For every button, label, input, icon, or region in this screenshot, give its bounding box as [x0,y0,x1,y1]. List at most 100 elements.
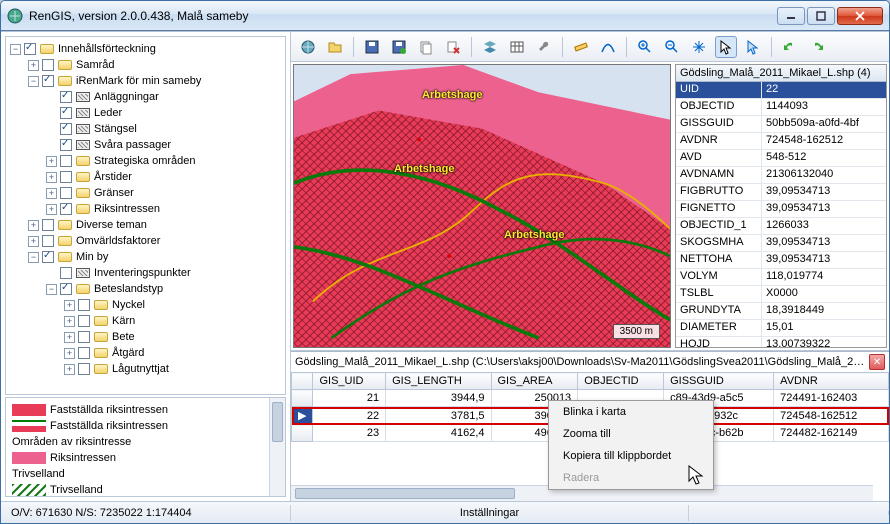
checkbox[interactable] [78,315,90,327]
zoom-out-button[interactable] [661,36,683,58]
tree-item[interactable]: +Bete [8,329,283,345]
checkbox[interactable] [60,203,72,215]
attr-row[interactable]: GISSGUID50bb509a-a0fd-4bf [676,116,886,133]
curve-button[interactable] [597,36,619,58]
column-header[interactable]: GIS_UID [313,373,386,390]
checkbox[interactable] [42,59,54,71]
checkbox[interactable] [42,235,54,247]
expander-icon[interactable]: − [28,76,39,87]
tree-item[interactable]: +Gränser [8,185,283,201]
attr-row[interactable]: FIGBRUTTO39,09534713 [676,184,886,201]
tree-item[interactable]: +Kärn [8,313,283,329]
column-header[interactable]: GIS_AREA [491,373,578,390]
attr-row[interactable]: NETTOHA39,09534713 [676,252,886,269]
attr-row[interactable]: AVDNR724548-162512 [676,133,886,150]
attr-row[interactable]: AVD548-512 [676,150,886,167]
attr-row[interactable]: GRUNDYTA18,3918449 [676,303,886,320]
identify-button[interactable] [715,36,737,58]
minimize-button[interactable] [777,7,805,25]
checkbox[interactable] [60,139,72,151]
checkbox[interactable] [42,251,54,263]
checkbox[interactable] [60,171,72,183]
checkbox[interactable] [60,91,72,103]
tree-item[interactable]: Stängsel [8,121,283,137]
ruler-button[interactable] [570,36,592,58]
checkbox[interactable] [60,283,72,295]
attr-row[interactable]: UID22 [676,82,886,99]
table-close-button[interactable]: ✕ [869,354,885,370]
menu-item[interactable]: Kopiera till klippbordet [549,445,713,467]
table-button[interactable] [506,36,528,58]
tree-item[interactable]: +Nyckel [8,297,283,313]
menu-item[interactable]: Blinka i karta [549,401,713,423]
checkbox[interactable] [78,347,90,359]
expander-icon[interactable]: + [64,300,75,311]
close-button[interactable] [837,7,883,25]
expander-icon[interactable]: − [10,44,21,55]
tree-item[interactable]: Leder [8,105,283,121]
tree-item[interactable]: +Riksintressen [8,201,283,217]
save-button[interactable] [361,36,383,58]
checkbox[interactable] [78,299,90,311]
expander-icon[interactable]: + [64,332,75,343]
copy-button[interactable] [415,36,437,58]
checkbox[interactable] [78,331,90,343]
save-as-button[interactable] [388,36,410,58]
pan-button[interactable] [688,36,710,58]
column-header[interactable]: GIS_LENGTH [386,373,491,390]
expander-icon[interactable]: + [64,316,75,327]
expander-icon[interactable]: − [28,252,39,263]
map-view[interactable]: Arbetshage Arbetshage Arbetshage 3500 m [293,64,671,348]
expander-icon[interactable]: + [28,220,39,231]
tree-item[interactable]: +Diverse teman [8,217,283,233]
tree-item[interactable]: −Min by [8,249,283,265]
attr-row[interactable]: TSLBLX0000 [676,286,886,303]
expander-icon[interactable]: + [46,204,57,215]
globe-button[interactable] [297,36,319,58]
checkbox[interactable] [60,187,72,199]
tree-item[interactable]: +Omvärldsfaktorer [8,233,283,249]
open-button[interactable] [324,36,346,58]
attr-row[interactable]: HOJD13,00739322 [676,337,886,348]
wrench-button[interactable] [533,36,555,58]
tree-item[interactable]: +Årstider [8,169,283,185]
tree-item[interactable]: +Lågutnyttjat [8,361,283,377]
expander-icon[interactable]: + [46,156,57,167]
checkbox[interactable] [42,75,54,87]
tree-item[interactable]: +Åtgärd [8,345,283,361]
expander-icon[interactable]: + [28,60,39,71]
checkbox[interactable] [60,155,72,167]
checkbox[interactable] [24,43,36,55]
undo-button[interactable] [779,36,801,58]
tree-item[interactable]: Anläggningar [8,89,283,105]
expander-icon[interactable]: + [64,364,75,375]
expander-icon[interactable]: − [46,284,57,295]
checkbox[interactable] [60,123,72,135]
layers-button[interactable] [479,36,501,58]
scrollbar-vertical[interactable] [269,398,285,496]
checkbox[interactable] [60,107,72,119]
maximize-button[interactable] [807,7,835,25]
toc-tree[interactable]: − Innehållsförteckning +Samråd−iRenMark … [5,36,286,395]
tree-item[interactable]: Svåra passager [8,137,283,153]
attr-row[interactable]: DIAMETER15,01 [676,320,886,337]
checkbox[interactable] [78,363,90,375]
tree-item[interactable]: +Samråd [8,57,283,73]
tree-item[interactable]: +Strategiska områden [8,153,283,169]
attr-row[interactable]: OBJECTID_11266033 [676,218,886,235]
menu-item[interactable]: Zooma till [549,423,713,445]
expander-icon[interactable]: + [28,236,39,247]
tree-item[interactable]: Inventeringspunkter [8,265,283,281]
remove-button[interactable] [442,36,464,58]
tree-item[interactable]: −iRenMark för min sameby [8,73,283,89]
tree-item[interactable]: −Beteslandstyp [8,281,283,297]
expander-icon[interactable]: + [64,348,75,359]
attr-row[interactable]: VOLYM118,019774 [676,269,886,286]
checkbox[interactable] [42,219,54,231]
expander-icon[interactable]: + [46,188,57,199]
select-button[interactable] [742,36,764,58]
redo-button[interactable] [806,36,828,58]
zoom-in-button[interactable] [634,36,656,58]
attr-row[interactable]: FIGNETTO39,09534713 [676,201,886,218]
column-header[interactable]: GISSGUID [664,373,774,390]
